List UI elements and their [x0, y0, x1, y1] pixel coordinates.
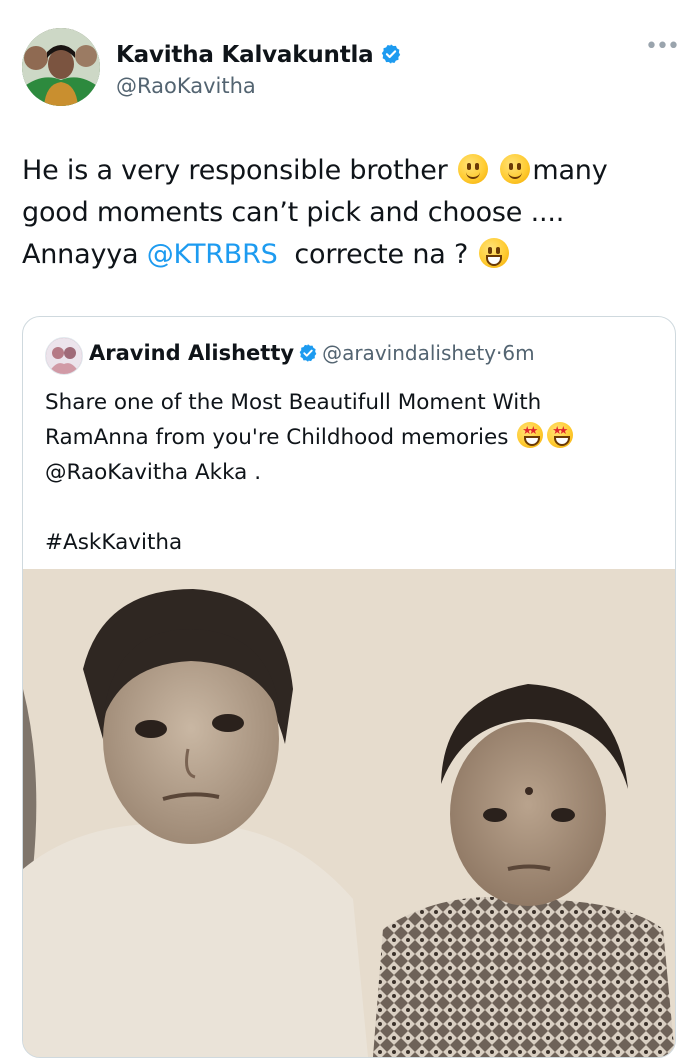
tweet: Kavitha Kalvakuntla @RaoKavitha ••• He i…: [0, 0, 696, 1058]
quoted-header: Aravind Alishetty @aravindalishety·6m: [89, 341, 535, 365]
star-struck-icon: [547, 422, 574, 448]
verified-badge-icon: [381, 44, 400, 64]
childhood-photo[interactable]: [23, 569, 675, 1057]
verified-badge-icon: [299, 344, 317, 362]
author-name[interactable]: Kavitha Kalvakuntla: [116, 42, 402, 68]
hashtag[interactable]: #AskKavitha: [45, 525, 655, 560]
more-icon[interactable]: •••: [645, 36, 680, 58]
author-name-text[interactable]: Kavitha Kalvakuntla: [116, 42, 374, 68]
quoted-text-segment: RamAnna from you're Childhood memories: [45, 425, 509, 450]
tweet-line-1: He is a very responsible brother many: [22, 150, 662, 192]
quoted-author-handle[interactable]: @aravindalishety: [322, 341, 496, 365]
slightly-smiling-face-icon: [500, 154, 531, 184]
quoted-text: Share one of the Most Beautifull Moment …: [45, 385, 655, 560]
tweet-line-2: good moments can’t pick and choose ....: [22, 197, 565, 228]
grinning-face-icon: [478, 238, 509, 268]
quoted-author-name[interactable]: Aravind Alishetty: [89, 341, 294, 365]
quoted-line-3: @RaoKavitha Akka .: [45, 460, 262, 485]
tweet-text: He is a very responsible brother many go…: [22, 150, 662, 276]
tweet-line-3: Annayya @KTRBRS correcte na ?: [22, 234, 662, 276]
tweet-text-segment: Annayya: [22, 239, 139, 270]
star-struck-icon: [517, 422, 544, 448]
quoted-line-1: Share one of the Most Beautifull Moment …: [45, 390, 542, 415]
author-avatar[interactable]: [22, 28, 100, 106]
author-handle[interactable]: @RaoKavitha: [116, 74, 256, 98]
tweet-text-segment: He is a very responsible brother: [22, 155, 448, 186]
tweet-text-segment: correcte na ?: [294, 239, 469, 270]
quoted-line-2: RamAnna from you're Childhood memories: [45, 420, 655, 455]
quoted-author-avatar[interactable]: [45, 337, 83, 375]
quoted-timestamp[interactable]: 6m: [502, 341, 534, 365]
slightly-smiling-face-icon: [457, 154, 488, 184]
tweet-text-segment: many: [532, 155, 608, 186]
quoted-tweet[interactable]: Aravind Alishetty @aravindalishety·6m Sha…: [22, 316, 676, 1058]
mention-link[interactable]: @KTRBRS: [147, 239, 278, 270]
